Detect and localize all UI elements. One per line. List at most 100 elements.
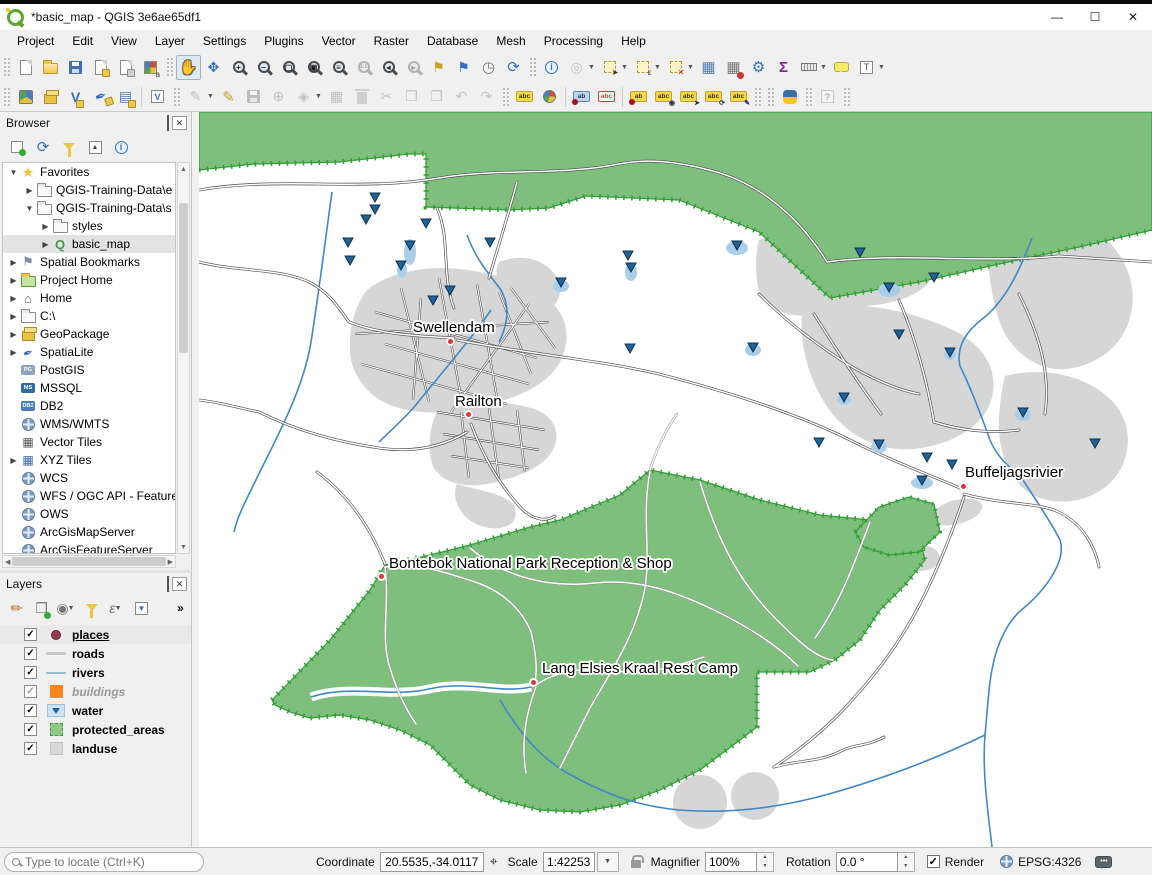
menu-edit[interactable]: Edit — [63, 31, 102, 51]
scroll-right-arrow-icon[interactable]: ▶ — [168, 558, 173, 566]
browser-item-postgis[interactable]: PG PostGIS — [3, 361, 175, 379]
expander-icon[interactable]: ▼ — [7, 168, 20, 177]
browser-item-spatial-bookmarks[interactable]: ▶ ⚑ Spatial Bookmarks — [3, 253, 175, 271]
collapse-all-icon[interactable]: ▲ — [84, 136, 106, 158]
layer-row-landuse[interactable]: ✓ landuse — [0, 739, 191, 758]
pan-to-selection-icon[interactable]: ✥ — [201, 55, 226, 80]
crs-globe-icon[interactable] — [1000, 855, 1013, 868]
expander-icon[interactable]: ▶ — [7, 330, 20, 339]
browser-item-arcgis-featureserver[interactable]: ArcGisFeatureServer — [3, 541, 175, 554]
messages-icon[interactable]: ••• — [1095, 856, 1112, 868]
save-layer-edits-icon[interactable] — [241, 84, 266, 109]
layer-row-roads[interactable]: ✓ roads — [0, 644, 191, 663]
browser-item-favorites[interactable]: ▼ ★ Favorites — [3, 163, 175, 181]
toolbar-grip[interactable] — [502, 87, 509, 107]
menu-help[interactable]: Help — [612, 31, 655, 51]
current-edits-icon[interactable]: ✎ — [183, 84, 208, 109]
rotate-label-icon[interactable]: ⟳ — [701, 84, 726, 109]
menu-vector[interactable]: Vector — [313, 31, 365, 51]
data-source-manager-icon[interactable] — [13, 84, 38, 109]
layers-close-button[interactable]: ✕ — [172, 577, 187, 591]
layer-checkbox[interactable]: ✓ — [24, 666, 37, 679]
zoom-to-layer-icon[interactable]: ≡ — [326, 55, 351, 80]
browser-item-spatialite[interactable]: ▶ ✒ SpatiaLite — [3, 343, 175, 361]
scrollbar-thumb[interactable] — [179, 203, 188, 353]
browser-item-wcs[interactable]: WCS — [3, 469, 175, 487]
map-tips-icon[interactable] — [829, 55, 854, 80]
pan-map-icon[interactable]: ✋ — [176, 55, 201, 80]
new-spatial-bookmark-icon[interactable]: ⚑ — [426, 55, 451, 80]
temporal-controller-icon[interactable]: ◷ — [476, 55, 501, 80]
manage-map-themes-icon[interactable]: ◉▼ — [56, 597, 77, 619]
expander-icon[interactable]: ▶ — [23, 186, 36, 195]
layer-checkbox[interactable]: ✓ — [24, 647, 37, 660]
browser-item-styles[interactable]: ▶ styles — [3, 217, 175, 235]
maximize-button[interactable]: ☐ — [1076, 4, 1114, 30]
field-calculator-icon[interactable]: ▦ — [721, 55, 746, 80]
layer-checkbox[interactable]: ✓ — [24, 685, 37, 698]
scale-dropdown-icon[interactable]: ▼ — [597, 852, 619, 872]
rotation-input[interactable] — [836, 852, 898, 872]
toolbar-grip[interactable] — [3, 57, 10, 77]
zoom-to-selection-icon[interactable]: ▣ — [301, 55, 326, 80]
filter-browser-icon[interactable] — [58, 136, 80, 158]
zoom-out-icon[interactable]: − — [251, 55, 276, 80]
browser-item-home[interactable]: ▶ ⌂ Home — [3, 289, 175, 307]
layer-checkbox[interactable]: ✓ — [24, 704, 37, 717]
layout-manager-icon[interactable] — [113, 55, 138, 80]
refresh-icon[interactable]: ⟳ — [501, 55, 526, 80]
zoom-in-icon[interactable]: + — [226, 55, 251, 80]
highlight-pinned-labels-icon[interactable] — [594, 84, 619, 109]
save-project-icon[interactable] — [63, 55, 88, 80]
pin-labels-icon[interactable] — [569, 84, 594, 109]
select-by-expression-icon[interactable]: ε — [630, 55, 655, 80]
expand-collapse-icon[interactable]: ▼ — [131, 597, 152, 619]
toolbar-grip[interactable] — [843, 87, 850, 107]
redo-icon[interactable]: ↷ — [474, 84, 499, 109]
render-checkbox[interactable]: ✓ — [927, 855, 940, 868]
menu-layer[interactable]: Layer — [146, 31, 194, 51]
select-features-icon[interactable]: ➤ — [597, 55, 622, 80]
cut-features-icon[interactable]: ✂ — [374, 84, 399, 109]
filter-by-expression-icon[interactable]: ε▼ — [106, 597, 127, 619]
toolbar-grip[interactable] — [529, 57, 536, 77]
label-visibility-icon[interactable]: ◉ — [651, 84, 676, 109]
menu-processing[interactable]: Processing — [535, 31, 612, 51]
menu-raster[interactable]: Raster — [365, 31, 418, 51]
new-spatialite-layer-icon[interactable]: ✒ — [88, 84, 113, 109]
filter-legend-icon[interactable] — [81, 597, 102, 619]
map-canvas[interactable]: Swellendam Railton Buffeljagsrivier Bont… — [199, 112, 1152, 847]
browser-item-training-data-e[interactable]: ▶ QGIS-Training-Data\e — [3, 181, 175, 199]
toolbar-grip[interactable] — [767, 87, 774, 107]
layer-row-buildings[interactable]: ✓ buildings — [0, 682, 191, 701]
layers-float-button[interactable] — [167, 577, 169, 591]
properties-icon[interactable]: i — [110, 136, 132, 158]
show-hide-labels-icon[interactable] — [626, 84, 651, 109]
modify-attributes-icon[interactable]: ▦ — [324, 84, 349, 109]
scrollbar-thumb[interactable] — [12, 557, 165, 566]
expander-icon[interactable]: ▶ — [7, 294, 20, 303]
undo-icon[interactable]: ↶ — [449, 84, 474, 109]
paste-features-icon[interactable]: ❒ — [424, 84, 449, 109]
browser-item-geopackage[interactable]: ▶ GeoPackage — [3, 325, 175, 343]
change-label-icon[interactable]: ✎ — [726, 84, 751, 109]
menu-view[interactable]: View — [102, 31, 146, 51]
browser-float-button[interactable] — [167, 116, 169, 130]
open-project-icon[interactable] — [38, 55, 63, 80]
layer-row-places[interactable]: ✓ places — [0, 625, 191, 644]
browser-item-mssql[interactable]: MS MSSQL — [3, 379, 175, 397]
browser-item-training-data-s[interactable]: ▼ QGIS-Training-Data\s — [3, 199, 175, 217]
layer-labeling-icon[interactable] — [512, 84, 537, 109]
expander-icon[interactable]: ▶ — [7, 456, 20, 465]
copy-features-icon[interactable]: ❐ — [399, 84, 424, 109]
layer-row-protected-areas[interactable]: ✓ protected_areas — [0, 720, 191, 739]
python-console-icon[interactable] — [777, 84, 802, 109]
add-selected-layers-icon[interactable] — [6, 136, 28, 158]
crs-status[interactable]: EPSG:4326 — [1018, 855, 1081, 869]
zoom-native-icon[interactable]: 1:1 — [351, 55, 376, 80]
move-label-icon[interactable]: ➤ — [676, 84, 701, 109]
zoom-last-icon[interactable]: ◂ — [376, 55, 401, 80]
statistical-summary-icon[interactable]: Σ — [771, 55, 796, 80]
identify-features-icon[interactable]: i — [539, 55, 564, 80]
minimize-button[interactable]: — — [1038, 4, 1076, 30]
